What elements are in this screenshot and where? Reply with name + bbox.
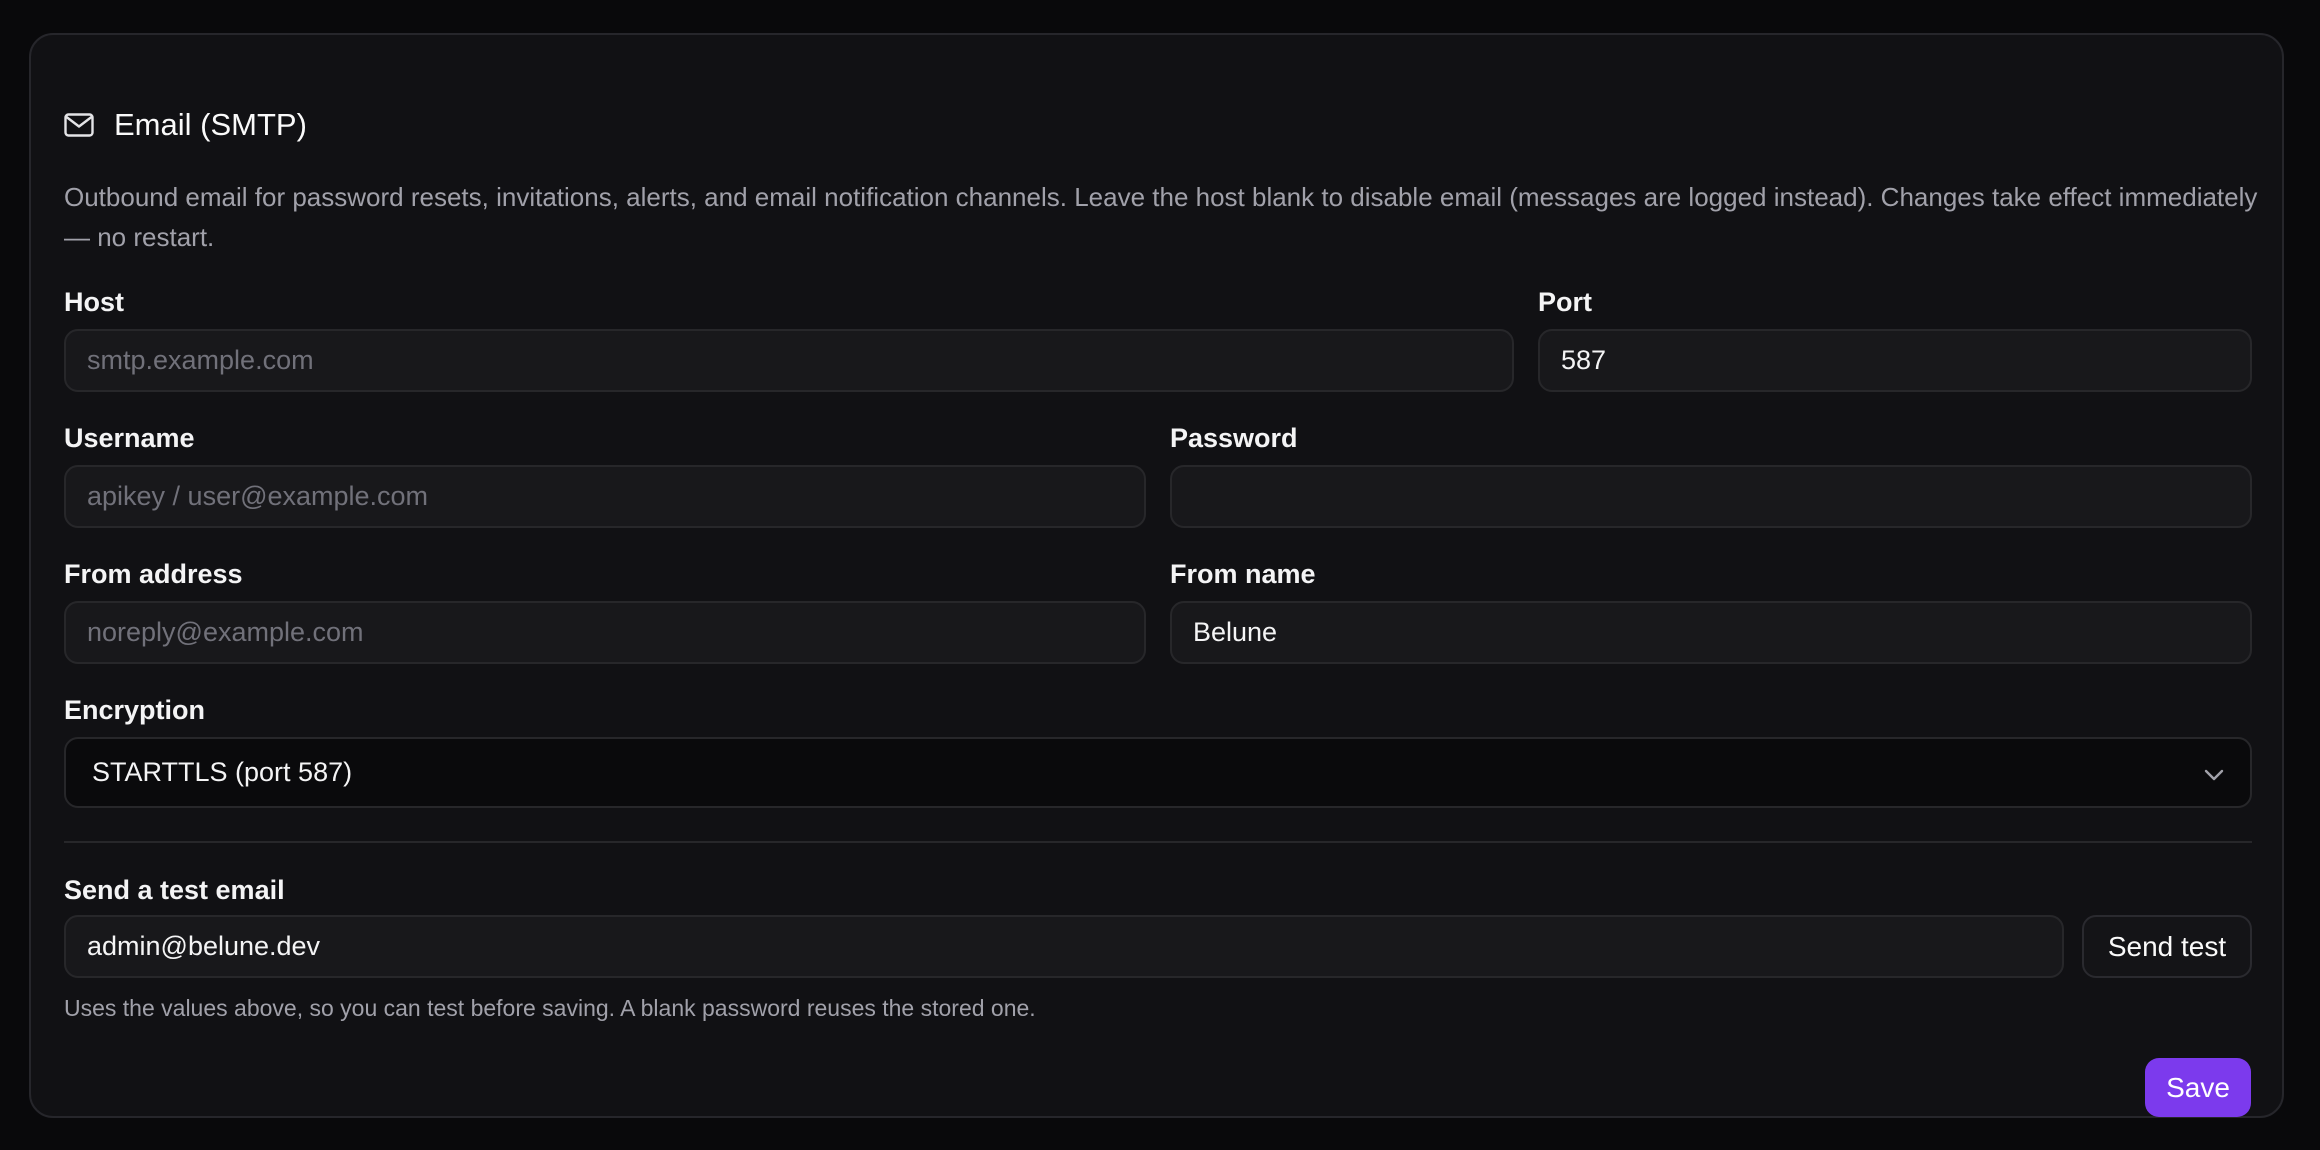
from-name-label: From name: [1170, 559, 1316, 589]
port-value: 587: [1561, 345, 1607, 375]
password-input[interactable]: [1170, 465, 2252, 528]
from-address-input[interactable]: noreply@example.com: [64, 601, 1146, 664]
password-label: Password: [1170, 423, 1298, 453]
host-label: Host: [64, 287, 124, 317]
from-address-placeholder: noreply@example.com: [87, 617, 364, 647]
host-placeholder: smtp.example.com: [87, 345, 314, 375]
section-title: Email (SMTP): [114, 107, 307, 142]
section-description: Outbound email for password resets, invi…: [64, 182, 2258, 252]
username-placeholder: apikey / user@example.com: [87, 481, 429, 511]
from-name-input[interactable]: Belune: [1170, 601, 2252, 664]
from-name-value: Belune: [1193, 617, 1278, 647]
encryption-label: Encryption: [64, 695, 206, 725]
test-email-input[interactable]: admin@belune.dev: [64, 915, 2064, 978]
section-header: Email (SMTP): [64, 107, 307, 143]
mail-icon: [64, 109, 96, 141]
from-address-label: From address: [64, 559, 243, 589]
send-test-button[interactable]: Send test: [2082, 915, 2252, 978]
port-input[interactable]: 587: [1538, 329, 2252, 392]
smtp-settings-card: Email (SMTP) Outbound email for password…: [29, 33, 2284, 1118]
encryption-selected-value: STARTTLS (port 587): [92, 757, 353, 787]
encryption-select[interactable]: STARTTLS (port 587): [64, 737, 2252, 808]
chevron-down-icon: [2204, 757, 2224, 788]
username-input[interactable]: apikey / user@example.com: [64, 465, 1146, 528]
host-input[interactable]: smtp.example.com: [64, 329, 1514, 392]
port-label: Port: [1538, 287, 1592, 317]
test-email-hint: Uses the values above, so you can test b…: [64, 995, 1036, 1021]
save-button[interactable]: Save: [2145, 1058, 2251, 1117]
test-email-value: admin@belune.dev: [87, 931, 321, 961]
test-email-label: Send a test email: [64, 875, 285, 905]
section-divider: [64, 841, 2252, 843]
username-label: Username: [64, 423, 195, 453]
